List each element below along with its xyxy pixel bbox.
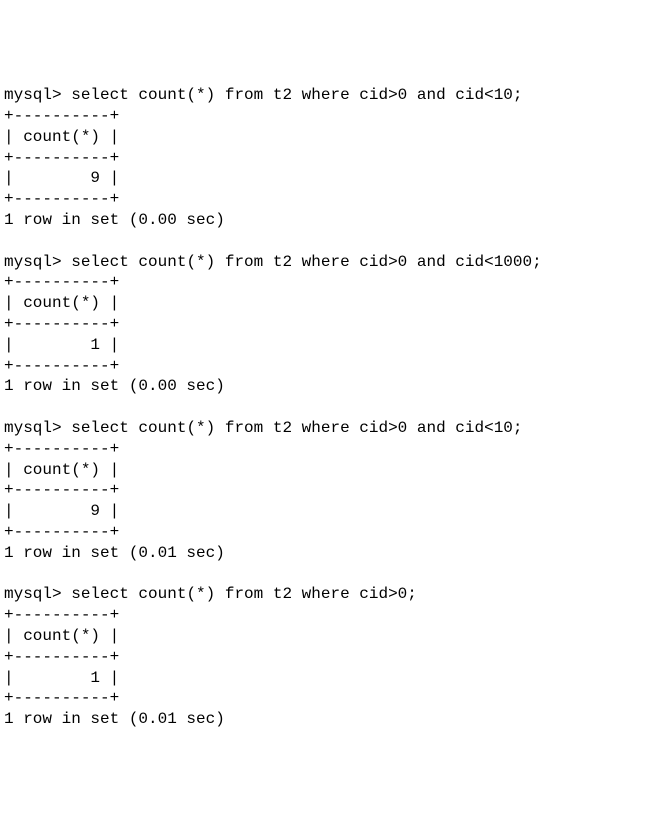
- table-border: +----------+: [4, 440, 119, 458]
- result-footer: 1 row in set (0.00 sec): [4, 377, 225, 395]
- table-header: | count(*) |: [4, 627, 119, 645]
- table-row: | 1 |: [4, 336, 119, 354]
- result-footer: 1 row in set (0.00 sec): [4, 211, 225, 229]
- table-border: +----------+: [4, 149, 119, 167]
- table-header: | count(*) |: [4, 461, 119, 479]
- table-row: | 9 |: [4, 502, 119, 520]
- query-block: mysql> select count(*) from t2 where cid…: [4, 86, 523, 229]
- mysql-prompt: mysql>: [4, 86, 62, 104]
- sql-statement: select count(*) from t2 where cid>0 and …: [71, 253, 541, 271]
- mysql-prompt: mysql>: [4, 419, 62, 437]
- table-border: +----------+: [4, 107, 119, 125]
- query-block: mysql> select count(*) from t2 where cid…: [4, 419, 523, 562]
- result-footer: 1 row in set (0.01 sec): [4, 710, 225, 728]
- table-border: +----------+: [4, 190, 119, 208]
- table-header: | count(*) |: [4, 294, 119, 312]
- table-border: +----------+: [4, 606, 119, 624]
- table-border: +----------+: [4, 315, 119, 333]
- mysql-terminal: mysql> select count(*) from t2 where cid…: [4, 85, 658, 730]
- table-border: +----------+: [4, 273, 119, 291]
- mysql-prompt: mysql>: [4, 585, 62, 603]
- sql-statement: select count(*) from t2 where cid>0;: [71, 585, 417, 603]
- table-border: +----------+: [4, 357, 119, 375]
- table-border: +----------+: [4, 689, 119, 707]
- sql-statement: select count(*) from t2 where cid>0 and …: [71, 419, 522, 437]
- mysql-prompt: mysql>: [4, 253, 62, 271]
- table-row: | 1 |: [4, 669, 119, 687]
- query-block: mysql> select count(*) from t2 where cid…: [4, 585, 417, 728]
- table-row: | 9 |: [4, 169, 119, 187]
- query-block: mysql> select count(*) from t2 where cid…: [4, 253, 542, 396]
- table-header: | count(*) |: [4, 128, 119, 146]
- sql-statement: select count(*) from t2 where cid>0 and …: [71, 86, 522, 104]
- table-border: +----------+: [4, 648, 119, 666]
- result-footer: 1 row in set (0.01 sec): [4, 544, 225, 562]
- table-border: +----------+: [4, 523, 119, 541]
- table-border: +----------+: [4, 481, 119, 499]
